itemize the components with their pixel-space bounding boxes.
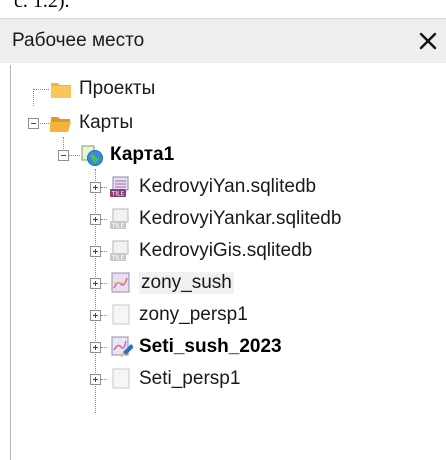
expand-toggle[interactable] [90,214,101,225]
tree-item-maps[interactable]: Карты [49,110,133,136]
svg-text:TILE: TILE [111,191,125,198]
svg-text:TILE: TILE [111,255,125,262]
tree-line [33,89,49,90]
tree-line [101,347,107,348]
tree-line [101,219,107,220]
workspace-tree: Проекты Карты Карта1 TILE KedrovyiYan.sq… [10,65,446,460]
svg-text:TILE: TILE [111,223,125,230]
close-icon[interactable] [418,31,438,51]
tree-item-projects[interactable]: Проекты [49,76,155,102]
expand-toggle[interactable] [90,342,101,353]
panel-title: Рабочее место [12,30,145,51]
tile-layer-icon: TILE [110,208,129,230]
tree-item-layer[interactable]: TILE KedrovyiYankar.sqlitedb [109,206,341,232]
expand-toggle[interactable] [90,246,101,257]
folder-icon [51,83,71,98]
tree-item-layer[interactable]: Seti_persp1 [109,366,240,392]
collapse-toggle[interactable] [28,118,39,129]
blank-layer-icon [112,304,130,325]
map-globe-icon [81,145,103,166]
tree-line [101,283,107,284]
tree-item-label: KedrovyiYankar.sqlitedb [139,208,342,229]
tile-layer-icon: TILE [110,176,129,198]
tree-line [101,379,107,380]
panel-header: Рабочее место [0,19,446,63]
tree-item-layer[interactable]: zony_sush [109,270,234,296]
tree-item-label: Карты [79,112,134,133]
expand-toggle[interactable] [90,374,101,385]
tree-line [68,155,80,156]
tree-line [101,251,107,252]
workspace-panel: Рабочее место Проекты Карты Карта1 TILE … [0,18,446,460]
tree-item-label: KedrovyiGis.sqlitedb [139,240,313,261]
tree-item-layer[interactable]: TILE KedrovyiGis.sqlitedb [109,238,312,264]
tree-item-label: Seti_persp1 [139,368,241,389]
tree-item-map1[interactable]: Карта1 [80,142,174,168]
expand-toggle[interactable] [90,310,101,321]
folder-open-icon [50,117,71,132]
vector-layer-icon [111,272,130,293]
tree-line [101,315,107,316]
tree-item-layer[interactable]: TILE KedrovyiYan.sqlitedb [109,174,316,200]
document-fragment-text: с. 1.2). [14,0,70,12]
tile-layer-icon: TILE [110,240,129,262]
tree-item-label: Карта1 [110,144,175,165]
tree-item-label: Проекты [79,78,156,99]
expand-toggle[interactable] [90,278,101,289]
tree-line [33,89,34,106]
blank-layer-icon [112,368,130,389]
tree-item-label: Seti_sush_2023 [139,336,282,357]
tree-line [101,187,107,188]
editable-layer-icon [111,336,133,357]
tree-item-label: zony_sush [139,272,234,294]
tree-item-label: zony_persp1 [139,304,248,325]
tree-item-layer[interactable]: Seti_sush_2023 [109,334,282,360]
tree-item-label: KedrovyiYan.sqlitedb [139,176,317,197]
tree-line [38,123,49,124]
collapse-toggle[interactable] [58,150,69,161]
tree-item-layer[interactable]: zony_persp1 [109,302,248,328]
expand-toggle[interactable] [90,182,101,193]
